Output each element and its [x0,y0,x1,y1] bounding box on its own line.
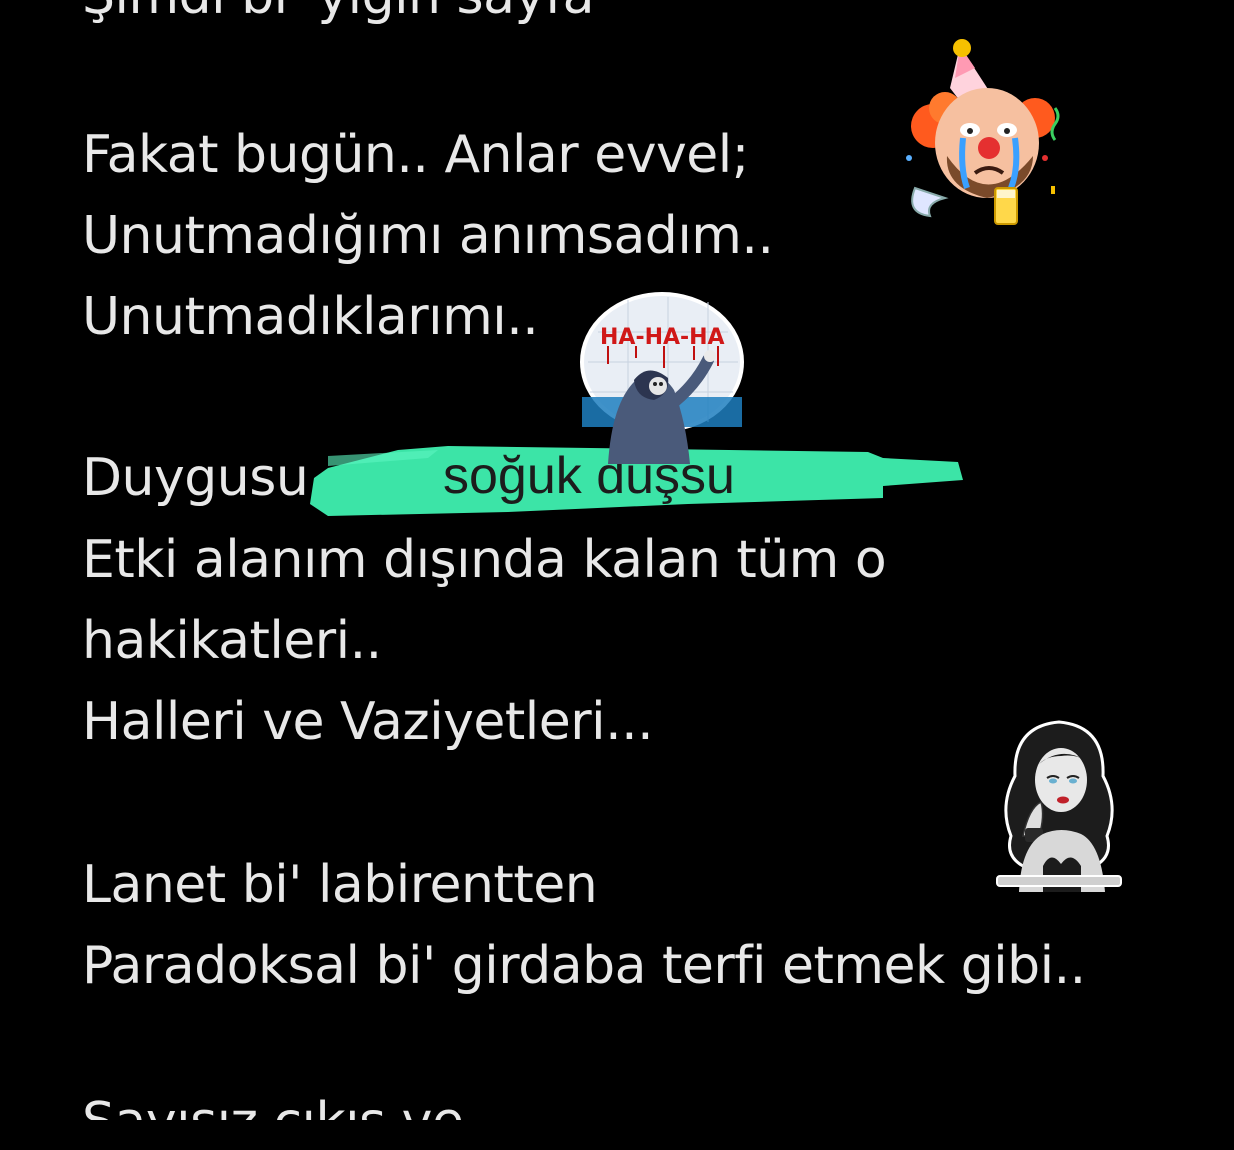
text-line-3: Unutmadıklarımı.. [82,287,539,347]
text-line-8: Lanet bi' labirentten [82,855,598,915]
party-clown-sticker[interactable] [905,38,1075,238]
text-line-cut-top: Şimdi bi' yığın sayfa [82,0,594,32]
text-line-1: Fakat bugün.. Anlar evvel; [82,125,749,185]
text-line-9: Paradoksal bi' girdaba terfi etmek gibi.… [82,936,1086,996]
text-line-7: Halleri ve Vaziyetleri... [82,692,654,752]
reaper-haha-sticker[interactable]: HA-HA-HA [578,292,746,464]
text-line-cut-top-label: Şimdi bi' yığın sayfa [82,0,594,26]
story-canvas: Şimdi bi' yığın sayfa Fakat bugün.. Anla… [0,0,1234,1150]
text-line-2: Unutmadığımı anımsadım.. [82,206,774,266]
bottom-mask [0,1120,1234,1150]
text-line-4: Duygusu [82,448,309,508]
bored-lady-sticker[interactable] [995,716,1123,892]
text-line-6: hakikatleri.. [82,611,382,671]
text-line-5: Etki alanım dışında kalan tüm o [82,530,887,590]
reaper-caption: HA-HA-HA [600,325,725,350]
